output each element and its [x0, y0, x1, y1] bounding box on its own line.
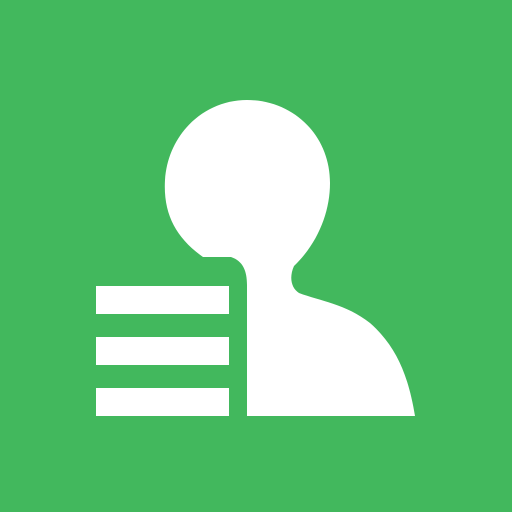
list-line-2: [96, 337, 229, 365]
list-line-1: [96, 286, 229, 314]
list-lines-icon: [96, 286, 229, 416]
contacts-list-icon: [0, 0, 512, 512]
list-line-3: [96, 388, 229, 416]
contacts-app-icon[interactable]: [0, 0, 512, 512]
